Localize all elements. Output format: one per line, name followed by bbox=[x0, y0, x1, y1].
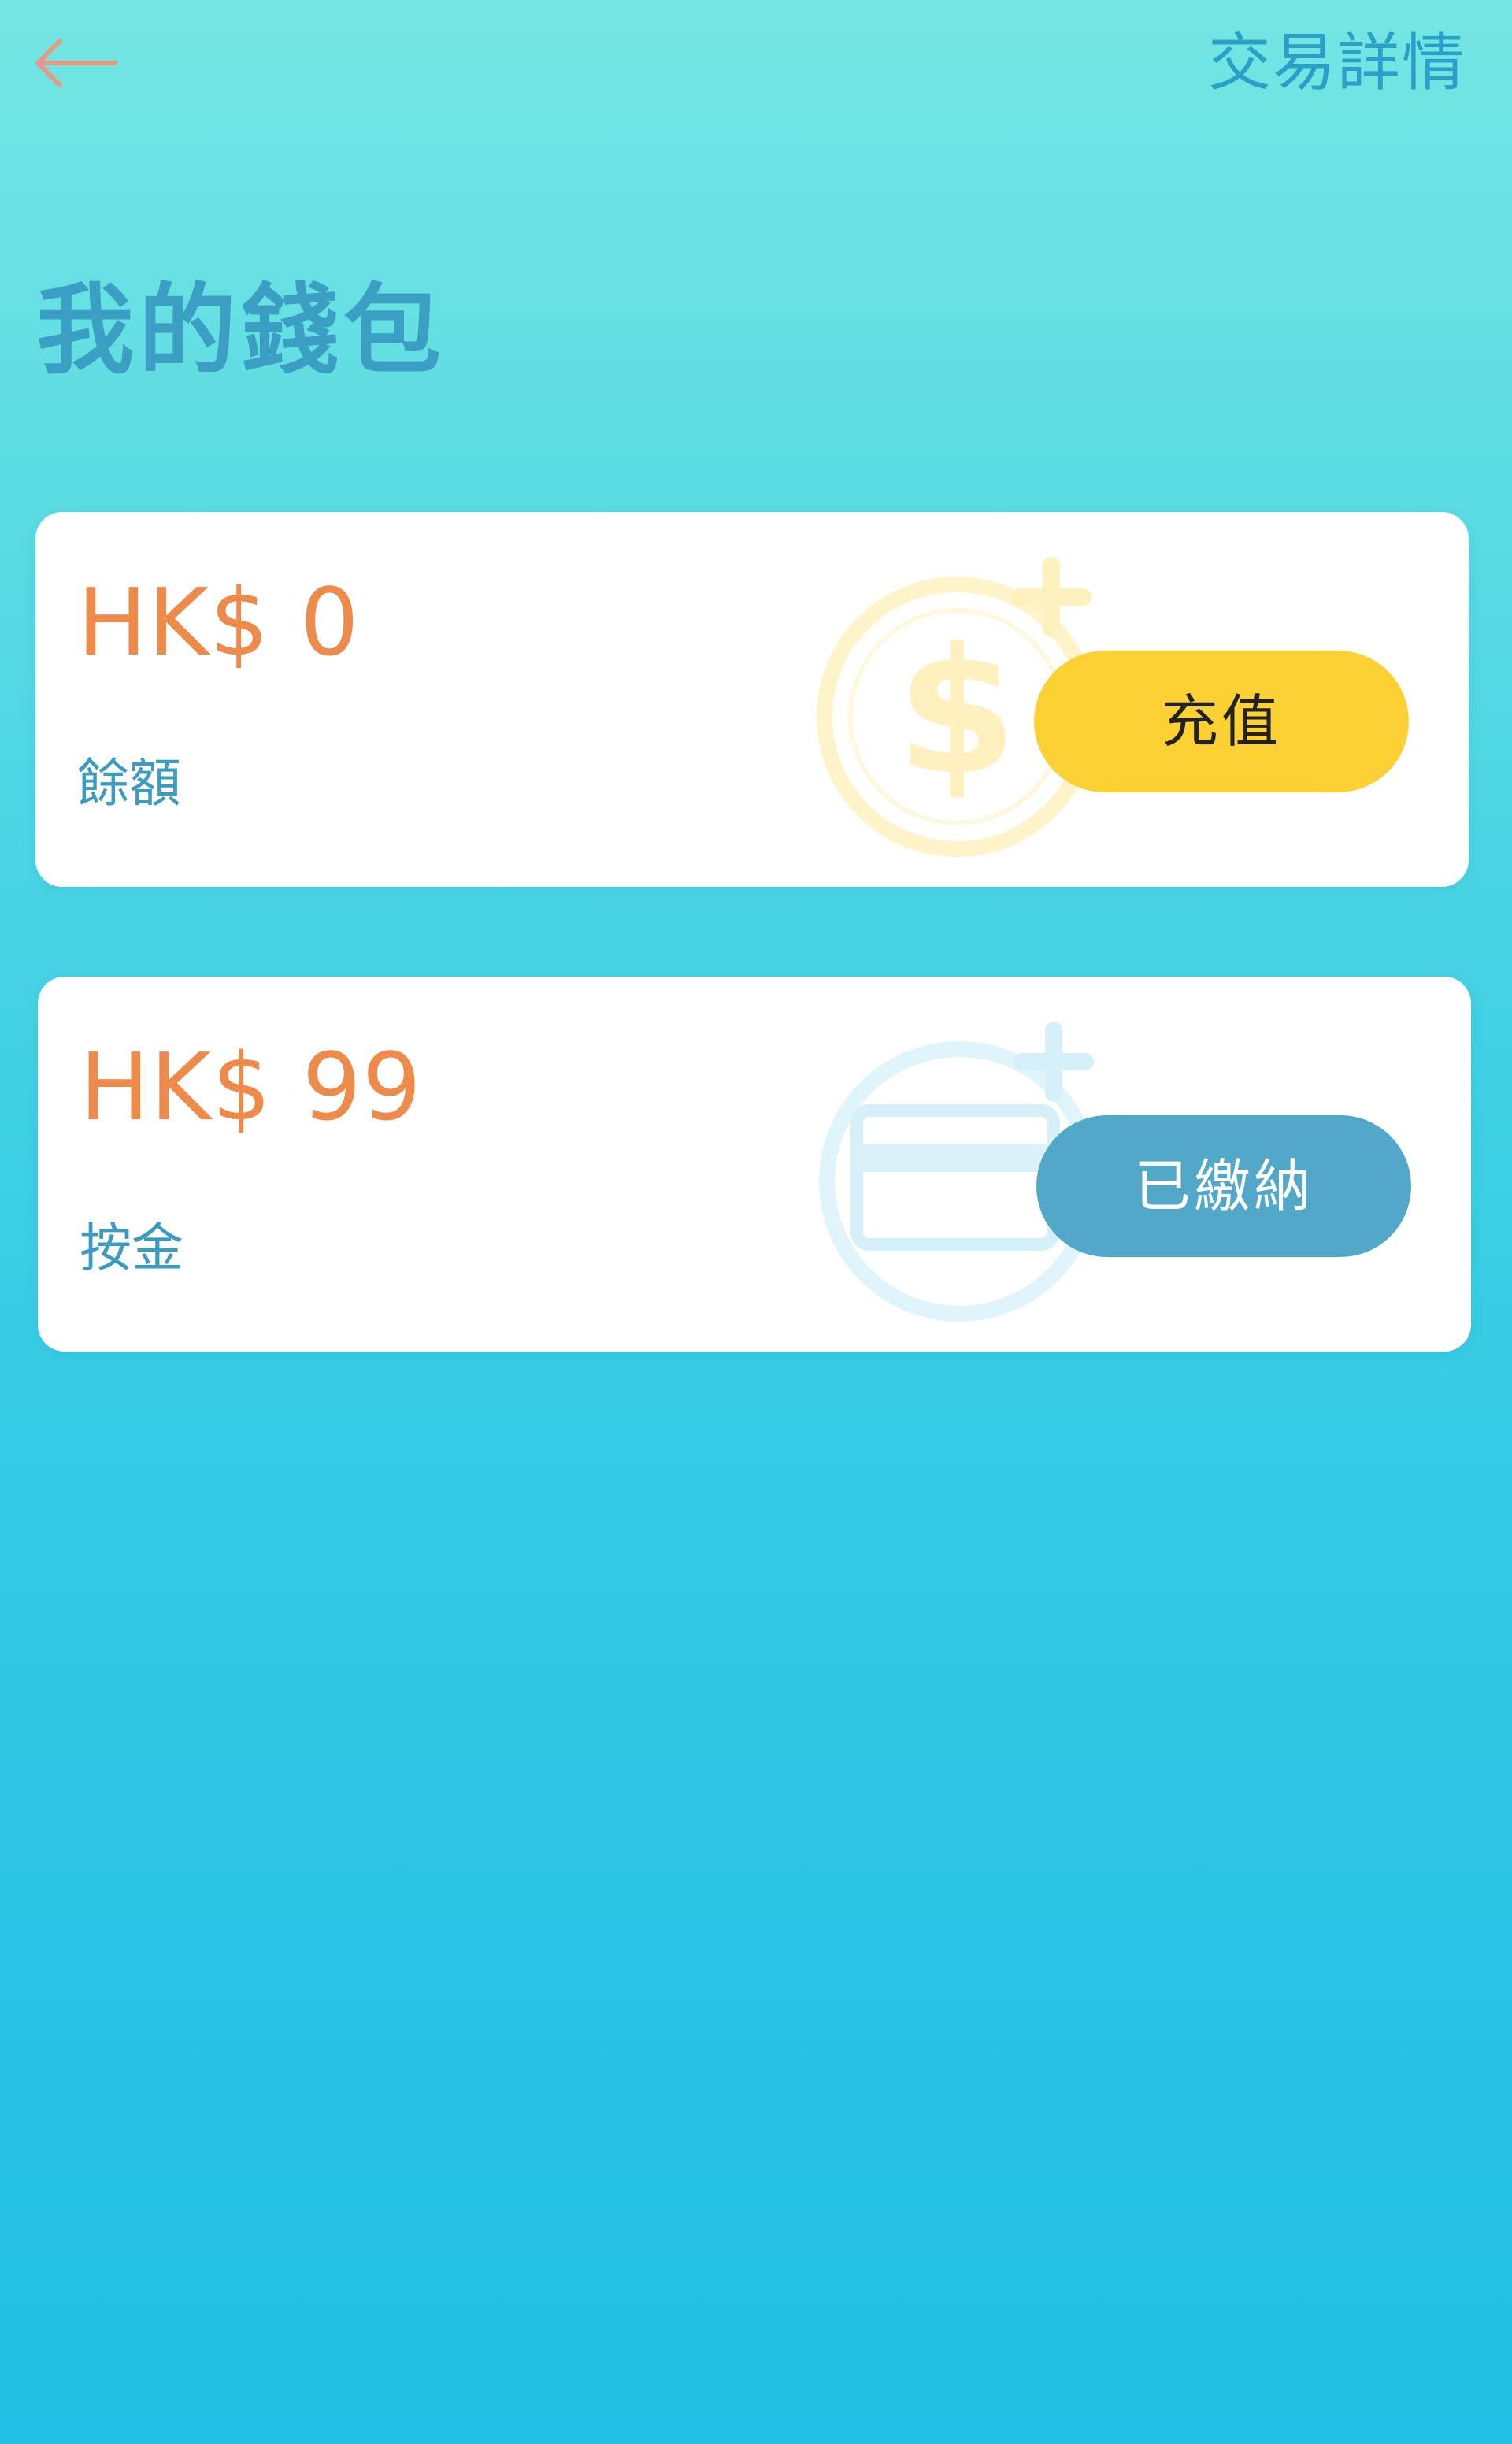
svg-text:$: $ bbox=[896, 611, 1017, 813]
deposit-caption: 按金 bbox=[80, 1218, 183, 1278]
deposit-card: HK$ 99 按金 已繳納 bbox=[38, 977, 1471, 1352]
deposit-paid-button[interactable]: 已繳納 bbox=[1036, 1115, 1411, 1257]
transaction-details-link[interactable]: 交易詳情 bbox=[1208, 24, 1466, 102]
deposit-amount: HK$ 99 bbox=[80, 1033, 422, 1141]
top-up-button[interactable]: 充值 bbox=[1034, 651, 1409, 792]
page-title: 我的錢包 bbox=[36, 274, 447, 388]
balance-card: HK$ 0 餘額 $ 充值 bbox=[35, 512, 1469, 887]
balance-caption: 餘額 bbox=[77, 753, 181, 814]
back-button[interactable] bbox=[32, 24, 134, 102]
balance-amount: HK$ 0 bbox=[77, 568, 360, 677]
arrow-left-icon bbox=[35, 39, 117, 87]
